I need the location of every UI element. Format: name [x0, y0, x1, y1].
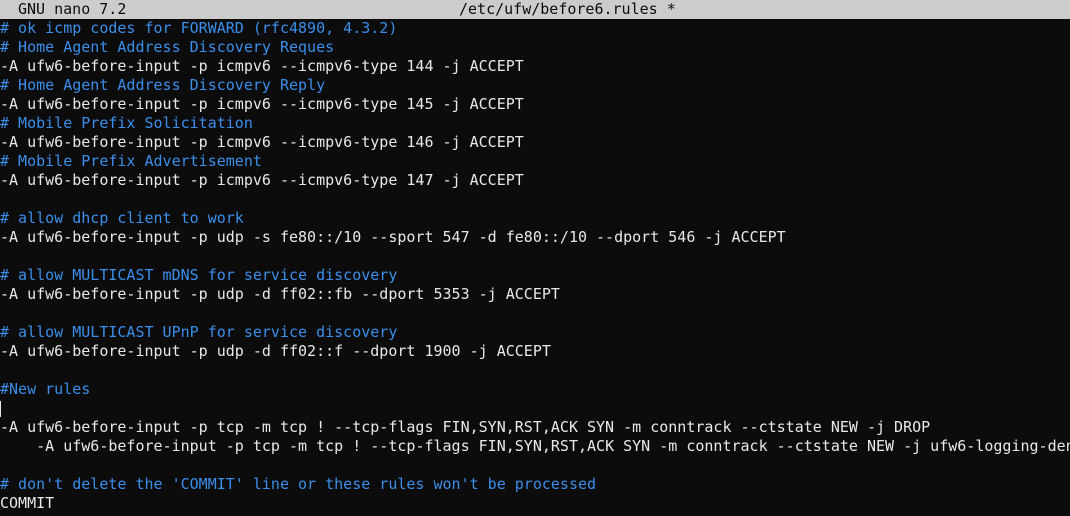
- editor-line-code[interactable]: -A ufw6-before-input -p udp -d ff02::fb …: [0, 285, 1070, 304]
- editor-line-code[interactable]: -A ufw6-before-input -p udp -s fe80::/10…: [0, 228, 1070, 247]
- editor-line-blank[interactable]: [0, 190, 1070, 209]
- text-cursor: [0, 401, 1, 417]
- editor-line-code[interactable]: -A ufw6-before-input -p tcp -m tcp ! --t…: [0, 418, 1070, 437]
- editor-line-code[interactable]: -A ufw6-before-input -p icmpv6 --icmpv6-…: [0, 133, 1070, 152]
- editor-line-code[interactable]: COMMIT: [0, 494, 1070, 513]
- editor-line-code-cursor[interactable]: -A ufw6-before-input -p tcp -m tcp ! --t…: [0, 399, 1070, 455]
- editor-line-comment[interactable]: # Mobile Prefix Solicitation: [0, 114, 1070, 133]
- editor-line-blank[interactable]: [0, 456, 1070, 475]
- nano-title-bar: GNU nano 7.2 /etc/ufw/before6.rules *: [0, 0, 1070, 19]
- editor-line-comment[interactable]: # ok icmp codes for FORWARD (rfc4890, 4.…: [0, 19, 1070, 38]
- editor-line-comment[interactable]: # allow MULTICAST UPnP for service disco…: [0, 323, 1070, 342]
- editor-line-comment[interactable]: # Mobile Prefix Advertisement: [0, 152, 1070, 171]
- editor-version: GNU nano 7.2: [18, 0, 127, 18]
- editor-line-blank[interactable]: [0, 304, 1070, 323]
- file-name: /etc/ufw/before6.rules *: [459, 0, 676, 18]
- editor-line-comment[interactable]: # allow MULTICAST mDNS for service disco…: [0, 266, 1070, 285]
- editor-line-blank[interactable]: [0, 361, 1070, 380]
- editor-line-comment[interactable]: # Home Agent Address Discovery Reques: [0, 38, 1070, 57]
- editor-line-comment[interactable]: # Home Agent Address Discovery Reply: [0, 76, 1070, 95]
- editor-line-code[interactable]: -A ufw6-before-input -p icmpv6 --icmpv6-…: [0, 171, 1070, 190]
- editor-line-code[interactable]: -A ufw6-before-input -p udp -d ff02::f -…: [0, 342, 1070, 361]
- editor-line-comment[interactable]: #New rules: [0, 380, 1070, 399]
- editor-line-code[interactable]: -A ufw6-before-input -p icmpv6 --icmpv6-…: [0, 57, 1070, 76]
- editor-line-blank[interactable]: [0, 437, 1070, 456]
- editor-line-code[interactable]: -A ufw6-before-input -p icmpv6 --icmpv6-…: [0, 95, 1070, 114]
- editor-line-comment[interactable]: # allow dhcp client to work: [0, 209, 1070, 228]
- editor-buffer[interactable]: # ok icmp codes for FORWARD (rfc4890, 4.…: [0, 19, 1070, 516]
- editor-line-comment[interactable]: # don't delete the 'COMMIT' line or thes…: [0, 475, 1070, 494]
- editor-line-blank[interactable]: [0, 247, 1070, 266]
